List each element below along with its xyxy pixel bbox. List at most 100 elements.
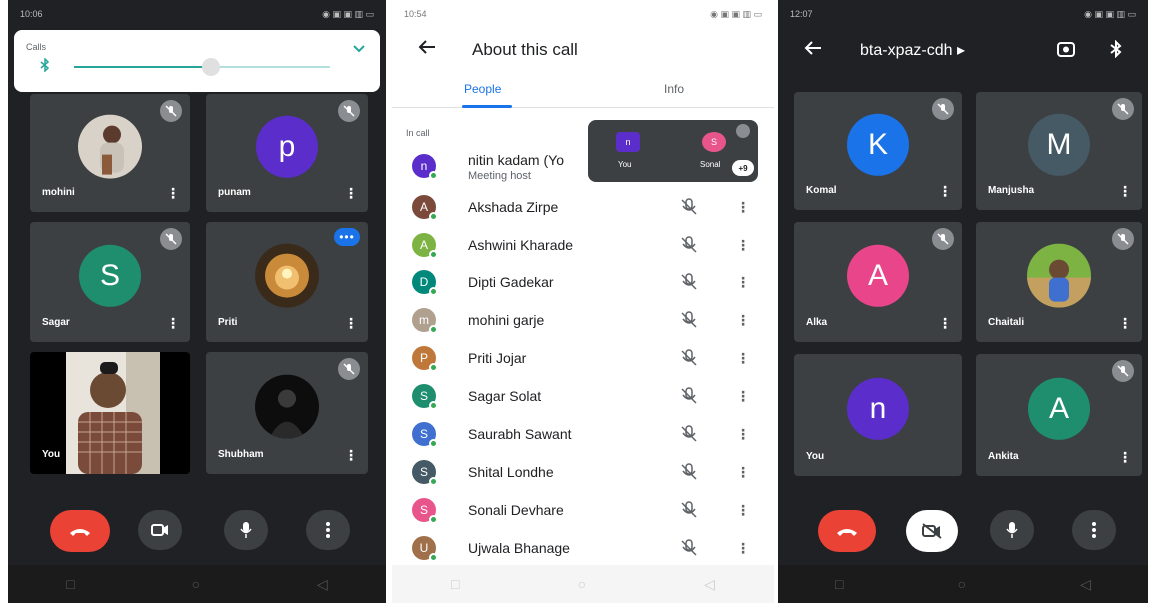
more-options-icon[interactable]: ⋮	[736, 312, 750, 329]
more-options-icon[interactable]: ⋮	[736, 388, 750, 405]
end-call-button[interactable]	[50, 510, 110, 552]
home-icon[interactable]: ○	[192, 576, 200, 592]
more-options-icon[interactable]: ⋮	[736, 274, 750, 291]
end-call-button[interactable]	[818, 510, 876, 552]
more-options-icon[interactable]: ⋮	[344, 316, 358, 330]
camera-toggle-button[interactable]	[138, 510, 182, 550]
mic-off-icon	[681, 425, 697, 442]
tab-info[interactable]: Info	[664, 82, 684, 96]
participant-row[interactable]: S Shital Londhe ⋮	[392, 454, 774, 492]
chevron-down-icon[interactable]	[352, 44, 366, 54]
participant-tile-sagar[interactable]: S Sagar ⋮	[30, 222, 190, 342]
participant-tile-alka[interactable]: A Alka ⋮	[794, 222, 962, 342]
avatar-initial: n	[420, 159, 428, 173]
more-options-icon[interactable]: ⋮	[938, 316, 952, 330]
recent-apps-icon[interactable]: □	[66, 576, 74, 592]
status-bar: 12:07 ◉ ▣ ▣ ▥ ▭	[778, 0, 1148, 28]
vertical-dots-icon	[1092, 522, 1096, 538]
participant-name: Chaitali	[988, 317, 1025, 328]
mic-off-icon	[681, 349, 697, 366]
mic-off-icon	[1112, 360, 1134, 382]
vertical-dots-icon	[326, 522, 330, 538]
more-options-icon[interactable]: ⋮	[736, 502, 750, 519]
more-options-button[interactable]	[1072, 510, 1116, 550]
more-options-icon[interactable]: ⋮	[1118, 316, 1132, 330]
participant-tile-mohini[interactable]: mohini ⋮	[30, 94, 190, 212]
participant-row[interactable]: P Priti Jojar ⋮	[392, 340, 774, 378]
back-arrow-icon[interactable]	[804, 40, 822, 56]
meeting-code[interactable]: bta-xpaz-cdh ▸	[860, 40, 965, 60]
recent-apps-icon[interactable]: □	[835, 576, 843, 592]
participant-row[interactable]: A Akshada Zirpe ⋮	[392, 189, 774, 227]
avatar: S	[412, 384, 438, 410]
more-options-icon[interactable]: ⋮	[166, 316, 180, 330]
microphone-toggle-button[interactable]	[990, 510, 1034, 550]
participant-name: Sonali Devhare	[468, 502, 564, 518]
more-options-icon[interactable]: ⋮	[736, 540, 750, 557]
volume-slider-thumb[interactable]	[202, 58, 220, 76]
more-options-icon[interactable]: ⋮	[1118, 450, 1132, 464]
more-options-icon[interactable]: ⋮	[1118, 184, 1132, 198]
more-options-icon[interactable]: ⋮	[166, 186, 180, 200]
participant-name: Ashwini Kharade	[468, 237, 574, 253]
more-options-icon[interactable]: ⋮	[736, 464, 750, 481]
microphone-icon	[1006, 522, 1018, 538]
online-status-dot	[429, 250, 438, 259]
more-options-icon[interactable]: ⋮	[938, 184, 952, 198]
participant-tile-komal[interactable]: K Komal ⋮	[794, 92, 962, 210]
tab-people[interactable]: People	[464, 82, 501, 96]
participant-row[interactable]: D Dipti Gadekar ⋮	[392, 264, 774, 302]
participant-name: Sagar	[42, 317, 70, 328]
participant-row[interactable]: S Saurabh Sawant ⋮	[392, 416, 774, 454]
more-options-button[interactable]	[306, 510, 350, 550]
more-options-icon[interactable]: ⋮	[344, 448, 358, 462]
avatar-initial: D	[419, 275, 429, 289]
participant-row[interactable]: m mohini garje ⋮	[392, 302, 774, 340]
more-options-icon[interactable]: ⋮	[736, 237, 750, 254]
recent-apps-icon[interactable]: □	[451, 576, 459, 592]
back-nav-icon[interactable]: ◁	[1080, 576, 1091, 593]
participant-tile-chaitali[interactable]: Chaitali ⋮	[976, 222, 1142, 342]
avatar: A	[412, 233, 438, 259]
mic-off-icon	[932, 98, 954, 120]
participant-name: punam	[218, 187, 251, 198]
camera-icon	[151, 524, 168, 536]
participant-tile-manjusha[interactable]: M Manjusha ⋮	[976, 92, 1142, 210]
more-options-icon[interactable]: ⋮	[736, 350, 750, 367]
participant-role: Meeting host	[468, 170, 531, 182]
participant-name: Komal	[806, 185, 837, 196]
participant-tile-you[interactable]: You	[30, 352, 190, 474]
back-arrow-icon[interactable]	[418, 39, 436, 55]
pip-label-other: Sonal	[700, 160, 721, 169]
participant-row[interactable]: U Ujwala Bhanage ⋮	[392, 530, 774, 568]
online-status-dot	[429, 325, 438, 334]
participant-row[interactable]: A Ashwini Kharade ⋮	[392, 227, 774, 265]
picture-in-picture-preview[interactable]: n You S Sonal +9	[588, 120, 758, 182]
switch-camera-icon[interactable]	[1056, 40, 1076, 58]
more-options-icon[interactable]: ⋮	[736, 199, 750, 216]
back-nav-icon[interactable]: ◁	[704, 576, 715, 593]
avatar: A	[1028, 377, 1090, 440]
home-icon[interactable]: ○	[578, 576, 586, 592]
participant-tile-you[interactable]: n You	[794, 354, 962, 476]
bluetooth-icon[interactable]	[1110, 40, 1122, 58]
avatar: K	[847, 113, 909, 176]
participant-tile-punam[interactable]: p punam ⋮	[206, 94, 368, 212]
participant-name: Shital Londhe	[468, 464, 554, 480]
participant-tile-priti[interactable]: ••• Priti ⋮	[206, 222, 368, 342]
participant-row[interactable]: S Sonali Devhare ⋮	[392, 492, 774, 530]
more-options-icon[interactable]: ⋮	[736, 426, 750, 443]
online-status-dot	[429, 171, 438, 180]
about-call-screen: 10:54 ◉ ▣ ▣ ▥ ▭ About this call People I…	[392, 0, 774, 603]
participant-tile-shubham[interactable]: Shubham ⋮	[206, 352, 368, 474]
participant-tile-ankita[interactable]: A Ankita ⋮	[976, 354, 1142, 476]
back-nav-icon[interactable]: ◁	[317, 576, 328, 593]
camera-toggle-button[interactable]	[906, 510, 958, 552]
status-bar: 10:06 ◉ ▣ ▣ ▥ ▭	[8, 0, 386, 28]
online-status-dot	[429, 363, 438, 372]
more-options-icon[interactable]: ⋮	[344, 186, 358, 200]
participant-row[interactable]: S Sagar Solat ⋮	[392, 378, 774, 416]
home-icon[interactable]: ○	[958, 576, 966, 592]
microphone-toggle-button[interactable]	[224, 510, 268, 550]
call-screen-left: 10:06 ◉ ▣ ▣ ▥ ▭ mohini ⋮ p punam ⋮ S Sag…	[8, 0, 386, 603]
